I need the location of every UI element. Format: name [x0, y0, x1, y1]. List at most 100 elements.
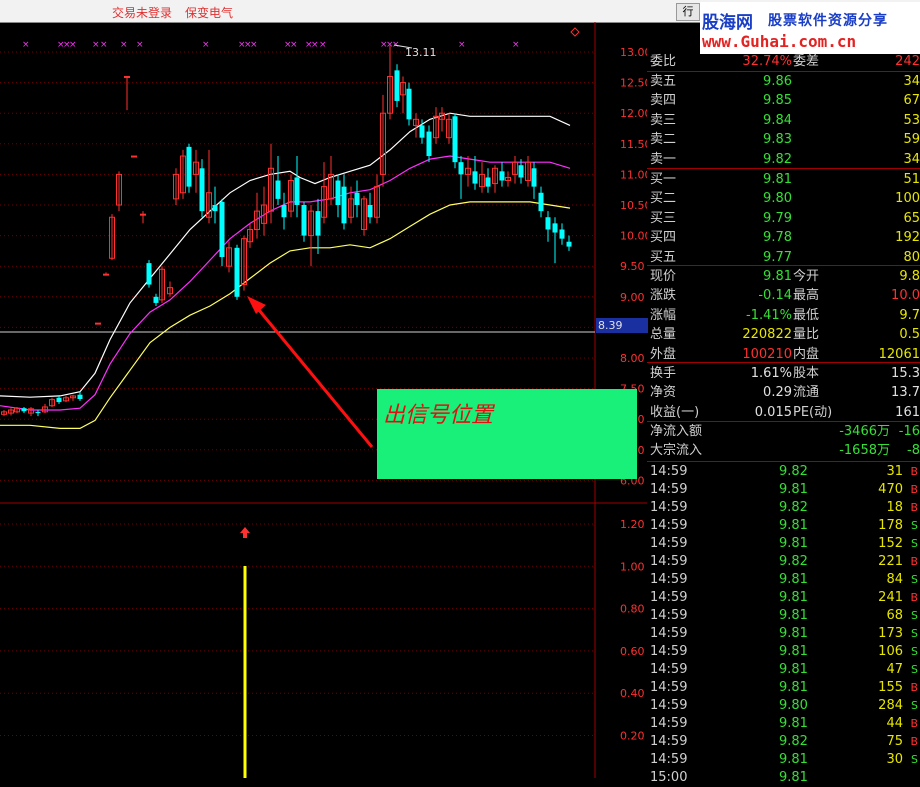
bid-value2: 51	[903, 172, 920, 187]
tick-price: 9.81	[779, 518, 808, 533]
stat-row: 涨幅 -1.41% 最低 9.7	[647, 306, 920, 325]
fund-label: 净资	[650, 385, 677, 401]
svg-text:×: ×	[100, 40, 108, 50]
stat-value: 100210	[742, 346, 792, 362]
stat-row: 现价 9.81 今开 9.8	[647, 267, 920, 286]
candle	[206, 149, 212, 224]
candle	[186, 143, 192, 193]
tick-row: 14:59 9.81 173 S	[647, 625, 920, 643]
ask-label: 卖四	[650, 93, 677, 109]
candle	[70, 394, 76, 401]
tick-volume: 470	[878, 482, 903, 497]
tick-time: 14:59	[650, 680, 688, 695]
tick-price: 9.81	[779, 644, 808, 659]
candle	[109, 214, 115, 261]
candle	[531, 162, 537, 199]
divider	[647, 265, 920, 266]
candle	[472, 156, 478, 190]
stat-label: 涨跌	[650, 288, 677, 304]
tick-row: 14:59 9.82 221 B	[647, 553, 920, 571]
stat-value2: 10.0	[891, 288, 920, 304]
stat-label: 总量	[650, 327, 677, 343]
price-axis-tick: 13.00	[620, 46, 647, 59]
bid-value2: 192	[895, 230, 920, 246]
stat-value: -1.41%	[746, 307, 792, 323]
tick-price: 9.81	[779, 680, 808, 695]
indicator-axis-tick: 0.40	[620, 687, 645, 700]
tick-volume: 30	[886, 752, 903, 767]
indicator-axis-tick: 0.20	[620, 730, 645, 743]
tick-row: 14:59 9.82 31 B	[647, 463, 920, 481]
tick-direction: S	[911, 663, 918, 676]
candle	[288, 174, 294, 218]
flow-row: 大宗流入 -1658万 -8	[647, 441, 920, 460]
stat-label: 现价	[650, 269, 677, 284]
candle	[281, 192, 287, 230]
candle	[485, 168, 491, 193]
bid-label: 买三	[650, 210, 677, 226]
bid-value: 9.80	[763, 191, 792, 207]
candle	[400, 76, 406, 114]
candle	[559, 223, 565, 245]
tick-row: 15:00 9.81	[647, 769, 920, 787]
stat-row: 涨跌 -0.14 最高 10.0	[647, 286, 920, 305]
fund-value: 0.29	[763, 385, 792, 401]
ask-value2: 59	[903, 132, 920, 148]
candle	[433, 107, 439, 144]
tick-direction: S	[911, 519, 918, 532]
ask-row: 卖一 9.82 34	[647, 150, 920, 169]
candle	[499, 162, 505, 187]
candle	[361, 195, 367, 236]
candle	[458, 156, 464, 199]
stat-value2: 0.5	[899, 327, 920, 343]
quote-tab-button[interactable]: 行	[676, 3, 700, 21]
indicator-axis-tick: 0.80	[620, 603, 645, 616]
price-axis-tick: 12.50	[620, 77, 647, 90]
ask-label: 卖二	[650, 132, 677, 148]
tick-direction: S	[911, 573, 918, 586]
candle	[479, 162, 485, 193]
tick-row: 14:59 9.82 75 B	[647, 733, 920, 751]
tick-time: 14:59	[650, 608, 688, 623]
candle	[367, 192, 373, 224]
candle	[406, 82, 412, 126]
signal-arrow-icon	[240, 527, 250, 538]
annotation-box: 出信号位置	[377, 389, 637, 479]
stat-label2: 量比	[793, 327, 820, 343]
candle	[268, 143, 274, 224]
tick-price: 9.81	[779, 716, 808, 731]
svg-text:×: ×	[290, 40, 298, 50]
bid-label: 买二	[650, 191, 677, 207]
tick-direction: B	[910, 591, 918, 604]
tick-price: 9.81	[779, 752, 808, 767]
candle	[35, 410, 41, 417]
login-status[interactable]: 交易未登录	[112, 4, 172, 21]
fund-label2: PE(动)	[793, 404, 833, 420]
candle	[452, 113, 458, 169]
fund-value2: 13.7	[891, 385, 920, 401]
tick-time: 14:59	[650, 752, 688, 767]
current-level-box: 8.39	[596, 318, 648, 333]
quote-panel: 委比 32.74% 委差 242 卖五 9.86 34 卖四 9.85 67 卖三 9.84 5…	[647, 50, 920, 785]
candle	[21, 406, 27, 414]
tick-direction: S	[911, 699, 918, 712]
tick-direction: S	[911, 537, 918, 550]
divider	[647, 421, 920, 422]
price-axis-tick: 10.00	[620, 230, 647, 243]
candle	[199, 159, 205, 218]
tick-row: 14:59 9.81 84 S	[647, 571, 920, 589]
fund-row: 收益(一) 0.015 PE(动) 161	[647, 403, 920, 422]
svg-text:×: ×	[311, 40, 319, 50]
candle	[552, 217, 558, 264]
tick-volume: 106	[878, 644, 903, 659]
tick-time: 14:59	[650, 644, 688, 659]
tick-volume: 173	[878, 626, 903, 641]
stat-label2: 内盘	[793, 346, 820, 362]
fund-row: 换手 1.61% 股本 15.3	[647, 364, 920, 383]
ask-row: 卖二 9.83 59	[647, 130, 920, 149]
candle	[153, 293, 159, 306]
flow-value: -3466万	[839, 424, 890, 439]
bid-label: 买一	[650, 172, 677, 187]
ask-value2: 67	[903, 93, 920, 109]
indicator-axis-tick: 1.00	[620, 560, 645, 573]
